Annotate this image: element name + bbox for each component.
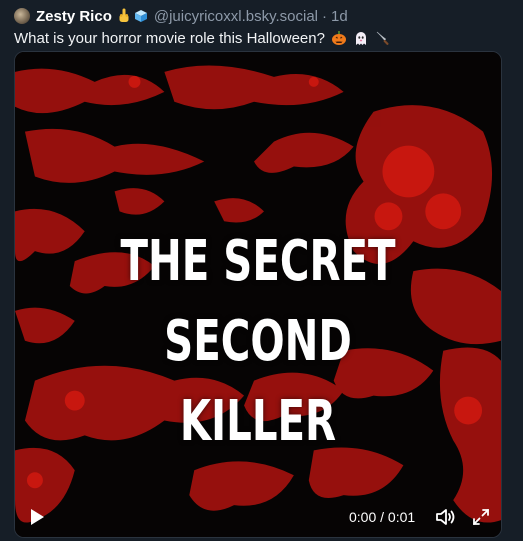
video-player[interactable]: THE SECRET SECOND KILLER 0:00 / 0:01 bbox=[14, 51, 502, 538]
jack-o-lantern-icon bbox=[331, 30, 347, 46]
ice-cube-icon bbox=[134, 9, 148, 23]
separator-dot: · bbox=[322, 7, 328, 25]
video-time-readout: 0:00 / 0:01 bbox=[349, 509, 416, 525]
author-handle[interactable]: @juicyricoxxl.bsky.social bbox=[154, 8, 318, 25]
play-icon[interactable] bbox=[27, 507, 47, 527]
author-display-name[interactable]: Zesty Rico bbox=[36, 8, 112, 25]
middle-finger-icon bbox=[118, 8, 130, 25]
video-title-line-2: SECOND KILLER bbox=[164, 309, 352, 454]
post-card[interactable]: Zesty Rico @juicyricoxxl.bsky.social · 1… bbox=[0, 0, 523, 541]
post-time[interactable]: 1d bbox=[331, 8, 348, 25]
post-header: Zesty Rico @juicyricoxxl.bsky.social · 1… bbox=[14, 6, 513, 26]
video-controls: 0:00 / 0:01 bbox=[15, 493, 501, 537]
avatar[interactable] bbox=[14, 8, 30, 24]
knife-icon bbox=[375, 30, 391, 46]
video-title-line-1: THE SECRET bbox=[120, 229, 396, 294]
fullscreen-icon[interactable] bbox=[471, 507, 491, 527]
volume-icon[interactable] bbox=[435, 507, 457, 527]
video-title-overlay: THE SECRET SECOND KILLER bbox=[83, 222, 433, 462]
post-text: What is your horror movie role this Hall… bbox=[14, 29, 325, 47]
post-text-line: What is your horror movie role this Hall… bbox=[14, 28, 391, 48]
ghost-icon bbox=[353, 30, 369, 46]
